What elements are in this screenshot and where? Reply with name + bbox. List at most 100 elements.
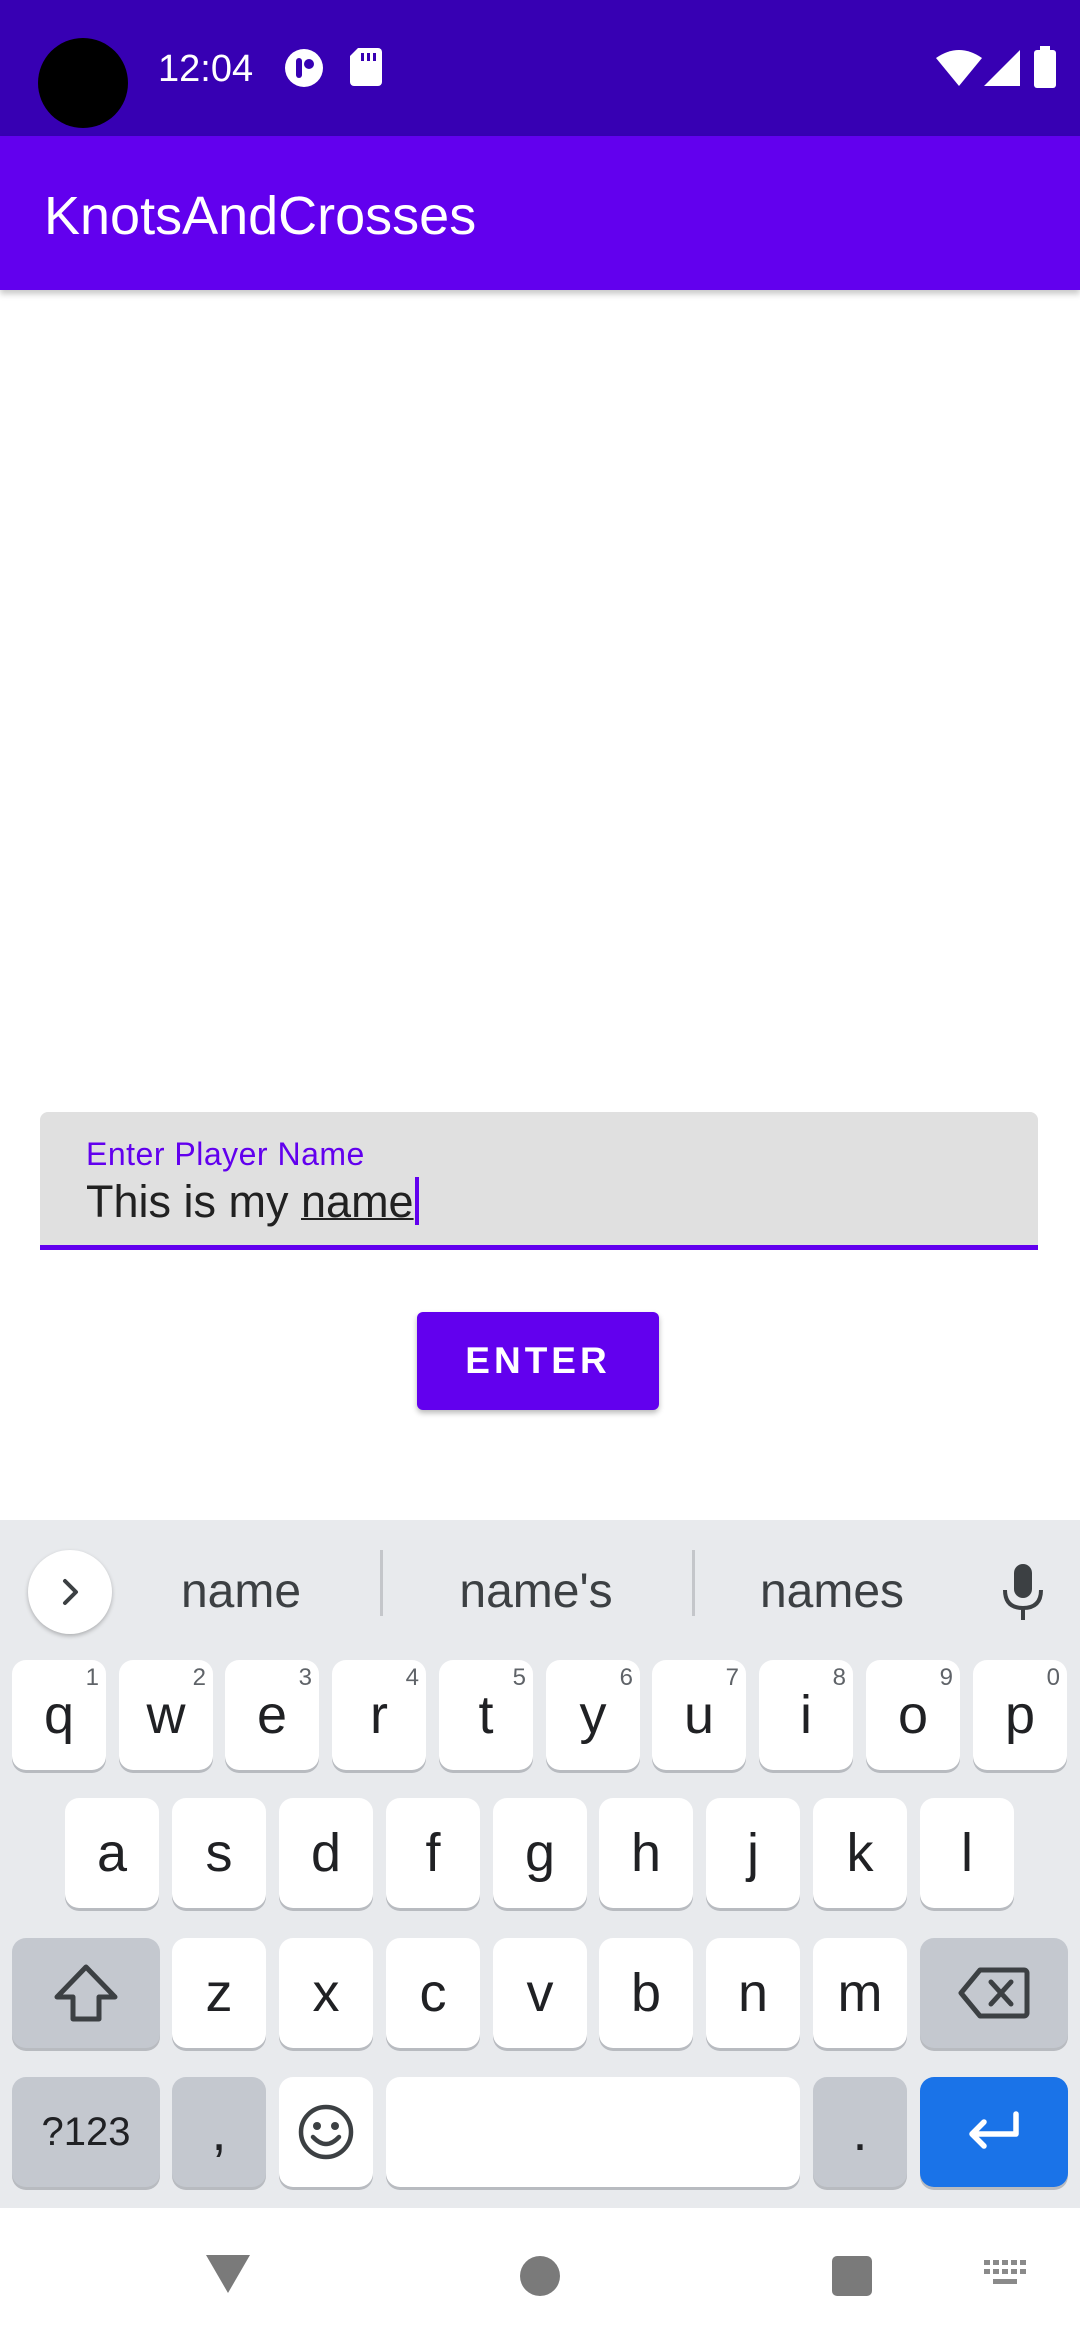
symbols-key[interactable]: ?123 — [12, 2077, 160, 2187]
key-k[interactable]: k — [813, 1798, 907, 1908]
key-label: r — [370, 1685, 388, 1745]
key-label: h — [630, 1823, 662, 1883]
text-cursor — [414, 1177, 419, 1225]
key-j[interactable]: j — [706, 1798, 800, 1908]
key-g[interactable]: g — [493, 1798, 587, 1908]
key-label: q — [43, 1685, 75, 1745]
key-r[interactable]: r4 — [332, 1660, 426, 1770]
key-label: c — [419, 1963, 447, 2023]
key-hint: 9 — [939, 1664, 953, 1691]
key-hint: 8 — [832, 1664, 846, 1691]
key-b[interactable]: b — [599, 1938, 693, 2048]
key-label: v — [526, 1963, 554, 2023]
key-label: l — [961, 1823, 973, 1883]
recents-button[interactable] — [822, 2246, 882, 2306]
shift-key[interactable] — [12, 1938, 160, 2048]
emoji-key[interactable] — [279, 2077, 373, 2187]
suggestion-3[interactable]: names — [712, 1560, 952, 1624]
key-o[interactable]: o9 — [866, 1660, 960, 1770]
keyboard-icon — [984, 2260, 1026, 2284]
key-hint: 4 — [405, 1664, 419, 1691]
enter-button[interactable]: ENTER — [417, 1312, 659, 1410]
key-label: . — [852, 2102, 868, 2162]
key-label: j — [747, 1823, 759, 1883]
key-label: y — [579, 1685, 607, 1745]
key-c[interactable]: c — [386, 1938, 480, 2048]
key-hint: 5 — [512, 1664, 526, 1691]
key-label: w — [146, 1685, 186, 1745]
composing-text: name — [301, 1176, 414, 1227]
key-s[interactable]: s — [172, 1798, 266, 1908]
back-triangle-icon — [206, 2255, 250, 2293]
chevron-right-icon — [63, 1579, 78, 1605]
backspace-key[interactable] — [920, 1938, 1068, 2048]
period-key[interactable]: . — [813, 2077, 907, 2187]
return-icon — [969, 2111, 1019, 2149]
key-label: p — [1004, 1685, 1036, 1745]
status-bar: 12:04 — [0, 0, 1080, 136]
key-label: n — [737, 1963, 769, 2023]
backspace-icon — [958, 1967, 1030, 2019]
key-hint: 2 — [192, 1664, 206, 1691]
app-bar: KnotsAndCrosses — [0, 136, 1080, 290]
key-label: x — [312, 1963, 340, 2023]
key-label: g — [524, 1823, 556, 1883]
voice-input-button[interactable] — [990, 1556, 1056, 1628]
key-h[interactable]: h — [599, 1798, 693, 1908]
key-label: d — [310, 1823, 342, 1883]
key-label: z — [205, 1963, 233, 2023]
enter-key[interactable] — [920, 2077, 1068, 2187]
shift-icon — [54, 1964, 118, 2022]
key-hint: 0 — [1046, 1664, 1060, 1691]
key-e[interactable]: e3 — [225, 1660, 319, 1770]
player-name-input[interactable]: This is my name — [86, 1174, 419, 1230]
key-label: t — [478, 1685, 494, 1745]
key-hint: 3 — [298, 1664, 312, 1691]
key-f[interactable]: f — [386, 1798, 480, 1908]
key-label: i — [800, 1685, 812, 1745]
key-u[interactable]: u7 — [652, 1660, 746, 1770]
key-label: u — [683, 1685, 715, 1745]
navigation-bar — [0, 2208, 1080, 2340]
suggestion-divider — [380, 1550, 383, 1616]
key-a[interactable]: a — [65, 1798, 159, 1908]
key-n[interactable]: n — [706, 1938, 800, 2048]
microphone-icon — [1003, 1564, 1043, 1620]
home-button[interactable] — [510, 2246, 570, 2306]
key-hint: 7 — [725, 1664, 739, 1691]
suggestion-1[interactable]: name — [130, 1560, 352, 1624]
sd-card-icon — [350, 48, 382, 91]
key-v[interactable]: v — [493, 1938, 587, 2048]
key-w[interactable]: w2 — [119, 1660, 213, 1770]
expand-suggestions-button[interactable] — [28, 1550, 112, 1634]
player-name-label: Enter Player Name — [86, 1136, 365, 1172]
cell-signal-icon — [984, 50, 1020, 91]
key-t[interactable]: t5 — [439, 1660, 533, 1770]
wifi-icon — [936, 50, 982, 91]
key-label: s — [205, 1823, 233, 1883]
key-y[interactable]: y6 — [546, 1660, 640, 1770]
keyboard-switch-button[interactable] — [978, 2248, 1034, 2298]
spacebar[interactable] — [386, 2077, 800, 2187]
key-q[interactable]: q1 — [12, 1660, 106, 1770]
key-label: ?123 — [41, 2110, 131, 2154]
app-title: KnotsAndCrosses — [44, 186, 477, 246]
suggestion-2[interactable]: name's — [400, 1560, 672, 1624]
key-p[interactable]: p0 — [973, 1660, 1067, 1770]
key-z[interactable]: z — [172, 1938, 266, 2048]
assistant-icon — [284, 48, 324, 93]
player-name-field[interactable]: Enter Player Name This is my name — [40, 1112, 1038, 1250]
key-l[interactable]: l — [920, 1798, 1014, 1908]
recents-square-icon — [832, 2256, 872, 2296]
key-i[interactable]: i8 — [759, 1660, 853, 1770]
key-x[interactable]: x — [279, 1938, 373, 2048]
soft-keyboard: name name's names q1 w2 e3 r4 t5 y6 u7 i… — [0, 1520, 1080, 2208]
comma-key[interactable]: , — [172, 2077, 266, 2187]
screen: 12:04 KnotsAndCrosses Enter Player Name … — [0, 0, 1080, 2340]
home-circle-icon — [520, 2256, 560, 2296]
camera-cutout — [38, 38, 128, 128]
back-button[interactable] — [196, 2246, 260, 2300]
key-m[interactable]: m — [813, 1938, 907, 2048]
key-d[interactable]: d — [279, 1798, 373, 1908]
status-time: 12:04 — [158, 48, 254, 90]
